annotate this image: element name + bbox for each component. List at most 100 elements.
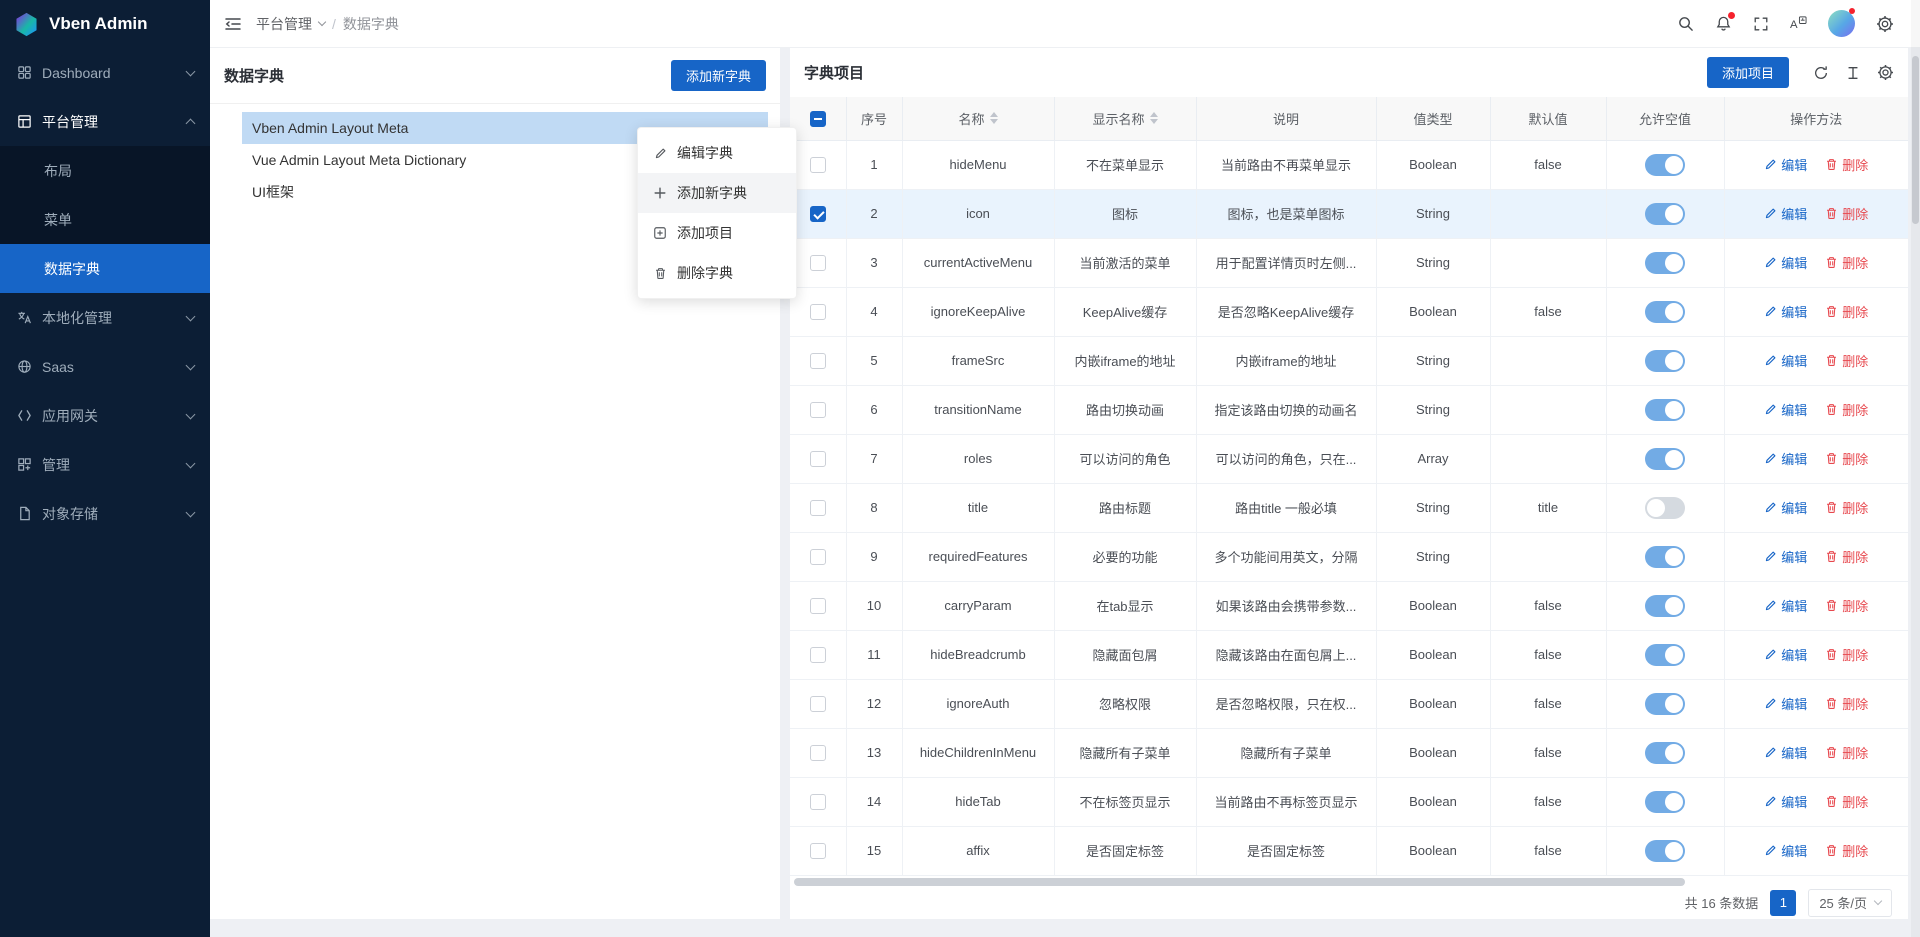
- edit-link[interactable]: 编辑: [1764, 204, 1807, 223]
- translate-icon[interactable]: A: [1790, 15, 1807, 32]
- sidebar-item[interactable]: 管理: [0, 440, 210, 489]
- allow-null-toggle[interactable]: [1645, 301, 1685, 323]
- add-dictionary-button[interactable]: 添加新字典: [671, 60, 766, 91]
- context-menu-item[interactable]: 添加项目: [638, 213, 796, 253]
- delete-link[interactable]: 删除: [1825, 351, 1868, 370]
- edit-link[interactable]: 编辑: [1764, 400, 1807, 419]
- row-checkbox[interactable]: [810, 647, 826, 663]
- table-settings-gear-icon[interactable]: [1877, 64, 1894, 81]
- logo[interactable]: Vben Admin: [0, 0, 210, 48]
- settings-gear-icon[interactable]: [1876, 15, 1894, 33]
- row-checkbox[interactable]: [810, 402, 826, 418]
- allow-null-toggle[interactable]: [1645, 203, 1685, 225]
- row-checkbox[interactable]: [810, 549, 826, 565]
- refresh-icon[interactable]: [1813, 65, 1829, 81]
- edit-link[interactable]: 编辑: [1764, 498, 1807, 517]
- row-checkbox[interactable]: [810, 598, 826, 614]
- allow-null-toggle[interactable]: [1645, 154, 1685, 176]
- delete-link[interactable]: 删除: [1825, 694, 1868, 713]
- avatar[interactable]: [1828, 10, 1855, 37]
- add-item-button[interactable]: 添加项目: [1707, 57, 1789, 88]
- edit-link[interactable]: 编辑: [1764, 645, 1807, 664]
- column-header-display[interactable]: 显示名称: [1054, 97, 1196, 140]
- delete-link[interactable]: 删除: [1825, 204, 1868, 223]
- sidebar-item[interactable]: Dashboard: [0, 48, 210, 97]
- allow-null-toggle[interactable]: [1645, 693, 1685, 715]
- delete-link[interactable]: 删除: [1825, 841, 1868, 860]
- cell-index: 5: [846, 336, 902, 385]
- row-checkbox[interactable]: [810, 157, 826, 173]
- trash-icon: [1825, 844, 1838, 857]
- notification-button[interactable]: [1715, 15, 1732, 32]
- sort-icons[interactable]: [1150, 112, 1158, 124]
- delete-link[interactable]: 删除: [1825, 400, 1868, 419]
- edit-link[interactable]: 编辑: [1764, 155, 1807, 174]
- allow-null-toggle[interactable]: [1645, 742, 1685, 764]
- edit-link[interactable]: 编辑: [1764, 547, 1807, 566]
- allow-null-toggle[interactable]: [1645, 546, 1685, 568]
- allow-null-toggle[interactable]: [1645, 350, 1685, 372]
- allow-null-toggle[interactable]: [1645, 497, 1685, 519]
- sidebar-subitem[interactable]: 数据字典: [0, 244, 210, 293]
- context-menu-item[interactable]: 添加新字典: [638, 173, 796, 213]
- context-menu-item[interactable]: 编辑字典: [638, 133, 796, 173]
- edit-link[interactable]: 编辑: [1764, 743, 1807, 762]
- row-checkbox[interactable]: [810, 745, 826, 761]
- delete-link[interactable]: 删除: [1825, 302, 1868, 321]
- menu-fold-icon[interactable]: [224, 15, 242, 33]
- row-checkbox[interactable]: [810, 794, 826, 810]
- search-icon[interactable]: [1677, 15, 1694, 32]
- delete-link[interactable]: 删除: [1825, 155, 1868, 174]
- allow-null-toggle[interactable]: [1645, 644, 1685, 666]
- allow-null-toggle[interactable]: [1645, 399, 1685, 421]
- delete-link[interactable]: 删除: [1825, 253, 1868, 272]
- row-checkbox[interactable]: [810, 451, 826, 467]
- select-all-checkbox[interactable]: [810, 111, 826, 127]
- edit-link[interactable]: 编辑: [1764, 351, 1807, 370]
- sidebar-item[interactable]: 对象存储: [0, 489, 210, 538]
- column-header-name[interactable]: 名称: [902, 97, 1054, 140]
- allow-null-toggle[interactable]: [1645, 791, 1685, 813]
- sort-icons[interactable]: [990, 112, 998, 124]
- delete-link-label: 删除: [1842, 302, 1868, 321]
- row-height-icon[interactable]: [1845, 65, 1861, 81]
- delete-link[interactable]: 删除: [1825, 743, 1868, 762]
- row-checkbox[interactable]: [810, 304, 826, 320]
- edit-link[interactable]: 编辑: [1764, 449, 1807, 468]
- edit-link[interactable]: 编辑: [1764, 792, 1807, 811]
- allow-null-toggle[interactable]: [1645, 448, 1685, 470]
- horizontal-scrollbar-thumb[interactable]: [794, 878, 1685, 886]
- row-checkbox[interactable]: [810, 696, 826, 712]
- row-checkbox[interactable]: [810, 255, 826, 271]
- allow-null-toggle[interactable]: [1645, 252, 1685, 274]
- allow-null-toggle[interactable]: [1645, 595, 1685, 617]
- row-checkbox[interactable]: [810, 843, 826, 859]
- vertical-scrollbar-thumb[interactable]: [1912, 56, 1919, 224]
- fullscreen-icon[interactable]: [1753, 16, 1769, 32]
- sidebar-subitem[interactable]: 布局: [0, 146, 210, 195]
- sidebar-subitem[interactable]: 菜单: [0, 195, 210, 244]
- sidebar-item[interactable]: 平台管理: [0, 97, 210, 146]
- edit-link[interactable]: 编辑: [1764, 841, 1807, 860]
- row-checkbox[interactable]: [810, 500, 826, 516]
- delete-link[interactable]: 删除: [1825, 792, 1868, 811]
- delete-link[interactable]: 删除: [1825, 547, 1868, 566]
- delete-link[interactable]: 删除: [1825, 645, 1868, 664]
- sidebar-item[interactable]: 应用网关: [0, 391, 210, 440]
- row-checkbox[interactable]: [810, 353, 826, 369]
- edit-link[interactable]: 编辑: [1764, 253, 1807, 272]
- sidebar-item[interactable]: Saas: [0, 342, 210, 391]
- breadcrumb-item[interactable]: 平台管理: [256, 14, 312, 34]
- sidebar-item[interactable]: 本地化管理: [0, 293, 210, 342]
- delete-link[interactable]: 删除: [1825, 596, 1868, 615]
- context-menu-item[interactable]: 删除字典: [638, 253, 796, 293]
- delete-link[interactable]: 删除: [1825, 498, 1868, 517]
- page-number-button[interactable]: 1: [1770, 890, 1796, 916]
- delete-link[interactable]: 删除: [1825, 449, 1868, 468]
- edit-link[interactable]: 编辑: [1764, 694, 1807, 713]
- edit-link[interactable]: 编辑: [1764, 302, 1807, 321]
- edit-link[interactable]: 编辑: [1764, 596, 1807, 615]
- page-size-select[interactable]: 25 条/页: [1808, 889, 1892, 917]
- row-checkbox[interactable]: [810, 206, 826, 222]
- allow-null-toggle[interactable]: [1645, 840, 1685, 862]
